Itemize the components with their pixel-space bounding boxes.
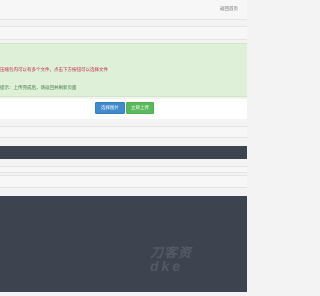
footer-panel: 刀客资 dke (0, 196, 247, 292)
notice-box: 压缩包内可以有多个文件，点击下方按钮可以选择文件 提示：上传完成后，请返回并刷新… (0, 43, 247, 97)
notice-line-warning: 压缩包内可以有多个文件，点击下方按钮可以选择文件 (0, 67, 108, 72)
dark-bar (0, 146, 247, 159)
select-image-button[interactable]: 选择图片 (95, 102, 125, 114)
back-home-link[interactable]: 返回首页 (220, 6, 238, 12)
top-bar: 返回首页 (0, 0, 247, 20)
upload-now-button[interactable]: 立即上传 (126, 102, 154, 114)
section-strip (0, 175, 247, 188)
notice-line-tip: 提示：上传完成后，请返回并刷新页面 (0, 85, 77, 90)
section-strip (0, 166, 247, 173)
upload-button-row: 选择图片 立即上传 (0, 99, 247, 119)
watermark-text: dke (150, 258, 184, 274)
section-strip (0, 26, 247, 40)
section-strip (0, 126, 247, 138)
